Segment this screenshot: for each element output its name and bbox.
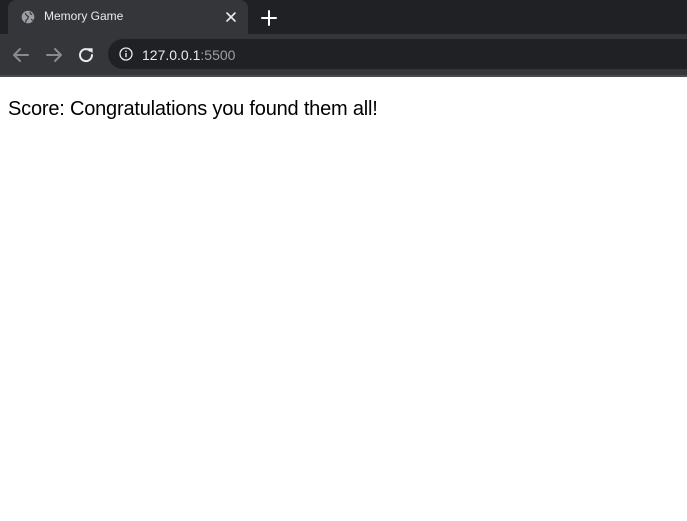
reload-icon[interactable] [75, 44, 97, 66]
page-content: Score: Congratulations you found them al… [0, 77, 687, 521]
url-text[interactable]: 127.0.0.1:5500 [142, 47, 235, 63]
score-label: Score: [8, 98, 65, 120]
forward-arrow-icon[interactable] [43, 44, 65, 66]
browser-tab-active[interactable]: Memory Game [8, 0, 248, 34]
info-icon[interactable] [119, 47, 133, 61]
url-port: :5500 [200, 47, 236, 63]
address-bar[interactable]: 127.0.0.1:5500 [108, 39, 687, 69]
score-message: Congratulations you found them all! [69, 98, 378, 120]
new-tab-icon[interactable] [258, 7, 280, 29]
close-icon[interactable] [224, 10, 238, 24]
back-arrow-icon[interactable] [10, 44, 32, 66]
globe-icon [21, 10, 35, 24]
score-heading: Score: Congratulations you found them al… [8, 98, 378, 121]
url-host: 127.0.0.1 [142, 47, 201, 63]
tab-title: Memory Game [44, 9, 124, 23]
browser-toolbar: 127.0.0.1:5500 [0, 34, 687, 75]
browser-tab-strip: Memory Game [0, 0, 687, 34]
